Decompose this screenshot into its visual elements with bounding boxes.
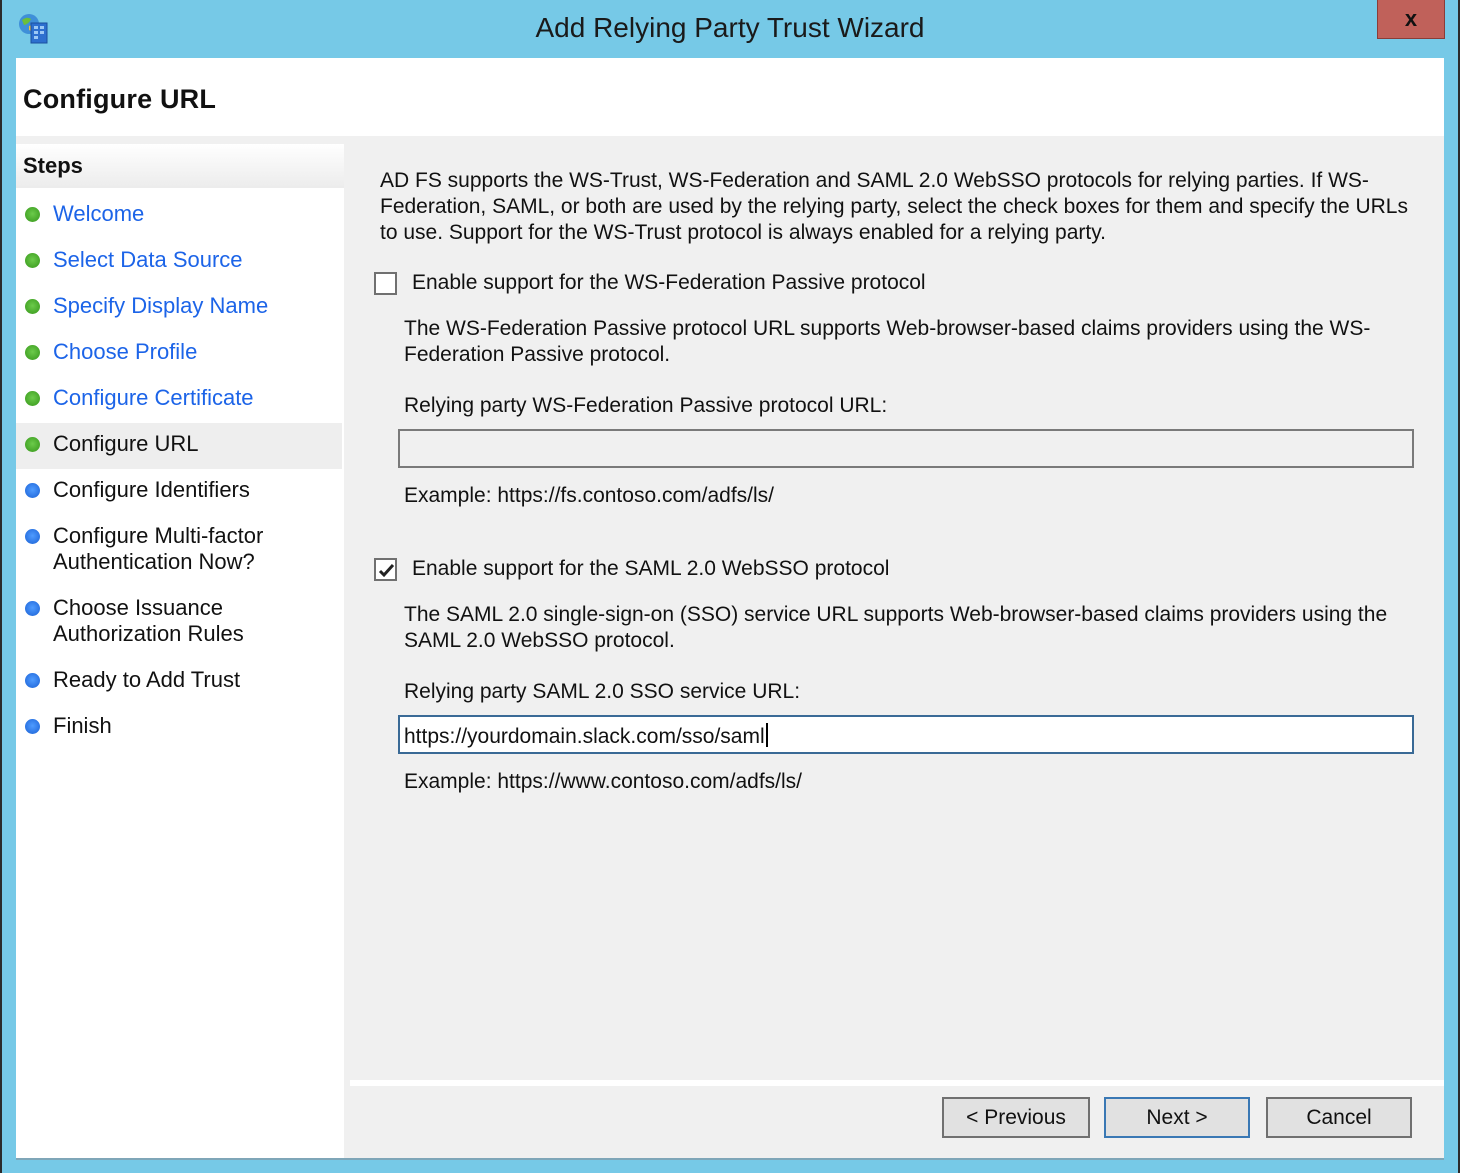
step-complete-icon — [25, 299, 40, 314]
saml-url-value: https://yourdomain.slack.com/sso/saml — [404, 725, 765, 748]
step-label: Configure Identifiers — [53, 477, 250, 502]
step-label: Choose Issuance Authorization Rules — [53, 595, 244, 646]
step-complete-icon — [25, 345, 40, 360]
window-title: Add Relying Party Trust Wizard — [535, 12, 925, 43]
next-button[interactable]: Next > — [1104, 1097, 1250, 1138]
window-bottom-edge — [16, 1158, 1444, 1160]
text-caret — [765, 723, 768, 747]
step-label[interactable]: Welcome — [53, 201, 144, 227]
wsfed-description: The WS-Federation Passive protocol URL s… — [404, 317, 1371, 366]
step-pending-icon — [25, 483, 40, 498]
wizard-window: Configure URL Steps Welcome Select Data S… — [16, 58, 1444, 1158]
step-complete-icon — [25, 437, 40, 452]
wsfed-url-input[interactable] — [398, 429, 1414, 468]
steps-title: Steps — [23, 153, 83, 178]
saml-checkbox[interactable] — [374, 558, 397, 581]
intro-text: AD FS supports the WS-Trust, WS-Federati… — [380, 169, 1408, 244]
step-pending-icon — [25, 673, 40, 688]
step-item[interactable]: Configure URL — [16, 423, 342, 469]
wsfed-example: Example: https://fs.contoso.com/adfs/ls/ — [404, 484, 774, 507]
step-item[interactable]: Ready to Add Trust — [16, 667, 342, 697]
page-header: Configure URL — [16, 58, 1444, 136]
saml-url-input[interactable]: https://yourdomain.slack.com/sso/saml — [398, 715, 1414, 754]
wsfed-url-label: Relying party WS-Federation Passive prot… — [404, 394, 888, 417]
saml-checkbox-label[interactable]: Enable support for the SAML 2.0 WebSSO p… — [412, 557, 889, 581]
steps-header: Steps — [16, 144, 344, 188]
step-pending-icon — [25, 529, 40, 544]
step-item[interactable]: Finish — [16, 713, 342, 743]
step-item[interactable]: Select Data Source — [16, 247, 342, 277]
step-complete-icon — [25, 207, 40, 222]
step-item[interactable]: Configure Certificate — [16, 385, 342, 415]
saml-example: Example: https://www.contoso.com/adfs/ls… — [404, 770, 802, 793]
step-item[interactable]: Specify Display Name — [16, 293, 342, 323]
checkmark-icon — [378, 563, 395, 578]
step-label: Configure Multi-factor Authentication No… — [53, 523, 264, 574]
close-button[interactable]: x — [1377, 0, 1445, 39]
cancel-button[interactable]: Cancel — [1266, 1097, 1412, 1138]
saml-url-label: Relying party SAML 2.0 SSO service URL: — [404, 680, 801, 703]
step-label: Configure URL — [53, 431, 199, 456]
main-content: AD FS supports the WS-Trust, WS-Federati… — [350, 144, 1444, 1080]
step-pending-icon — [25, 719, 40, 734]
step-complete-icon — [25, 391, 40, 406]
step-label: Finish — [53, 713, 112, 738]
saml-description: The SAML 2.0 single-sign-on (SSO) servic… — [404, 603, 1388, 652]
page-title: Configure URL — [23, 84, 217, 114]
wsfed-checkbox-label[interactable]: Enable support for the WS-Federation Pas… — [412, 271, 926, 295]
window-left-border — [0, 0, 2, 1173]
step-item[interactable]: Choose Profile — [16, 339, 342, 369]
step-item[interactable]: Configure Multi-factor Authentication No… — [16, 523, 342, 575]
step-label[interactable]: Select Data Source — [53, 247, 243, 273]
step-item[interactable]: Choose Issuance Authorization Rules — [16, 595, 342, 647]
step-label: Ready to Add Trust — [53, 667, 241, 692]
step-label[interactable]: Specify Display Name — [53, 293, 268, 319]
wsfed-checkbox[interactable] — [374, 272, 397, 295]
step-pending-icon — [25, 601, 40, 616]
step-item[interactable]: Welcome — [16, 201, 342, 231]
title-bar[interactable]: Add Relying Party Trust Wizard x — [0, 0, 1460, 58]
previous-button[interactable]: < Previous — [942, 1097, 1090, 1138]
step-label[interactable]: Choose Profile — [53, 339, 197, 365]
step-item[interactable]: Configure Identifiers — [16, 477, 342, 507]
close-icon: x — [1404, 6, 1418, 31]
step-complete-icon — [25, 253, 40, 268]
step-label[interactable]: Configure Certificate — [53, 385, 254, 411]
steps-sidebar: Steps Welcome Select Data Source Specify D… — [16, 144, 344, 1158]
wizard-footer: < Previous Next > Cancel — [350, 1086, 1444, 1158]
